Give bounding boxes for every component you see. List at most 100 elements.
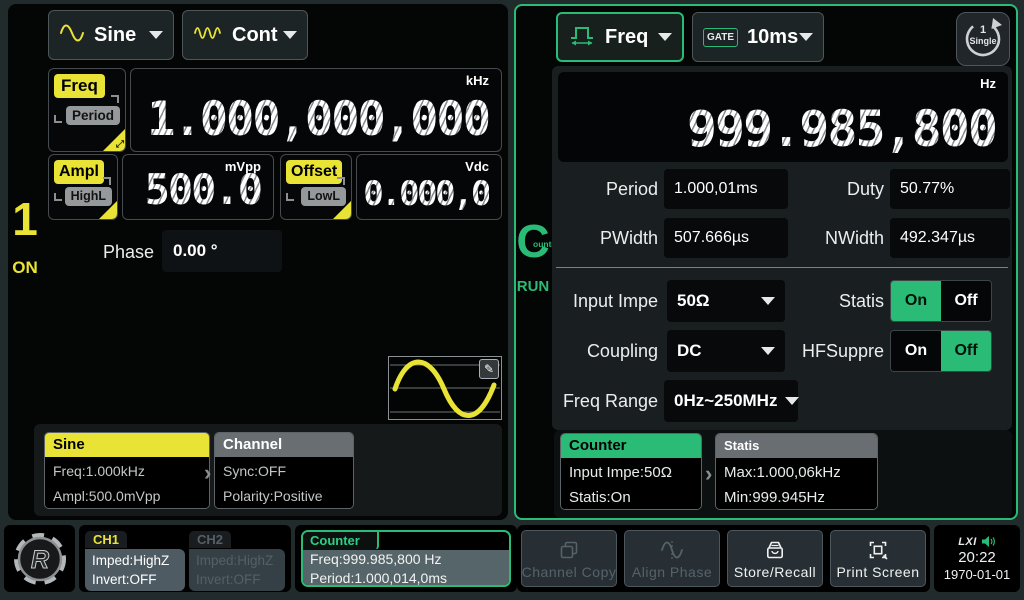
counter-run-state: RUN — [516, 278, 550, 295]
single-cycle-icon: 1 Single — [960, 16, 1006, 62]
period-meas-value: 1.000,01ms — [664, 169, 788, 209]
counter-strip[interactable]: C ounter RUN — [516, 218, 550, 295]
expand-triangle-icon — [333, 201, 351, 219]
channel-copy-button[interactable]: Channel Copy — [521, 530, 617, 587]
corner-bracket-icon — [103, 177, 111, 185]
info-tab-counter-title: Counter — [561, 434, 701, 458]
input-impe-dropdown[interactable]: 50Ω — [667, 280, 785, 322]
phase-label: Phase — [96, 240, 154, 264]
offset-label: Offset — [286, 160, 342, 184]
hfsuppre-on-button[interactable]: On — [891, 331, 941, 371]
ch2-info-line: Invert:OFF — [196, 570, 278, 589]
sine-wave-icon — [59, 22, 85, 49]
channel1-state: ON — [12, 258, 38, 278]
mode-select[interactable]: Cont — [182, 10, 308, 60]
freq-label: Freq — [54, 74, 105, 98]
ampl-value: 500.0 — [145, 169, 261, 211]
function-buttons-box: Channel Copy Align Phase Store/Recall — [517, 525, 930, 592]
ch2-status[interactable]: CH2 Imped:HighZ Invert:OFF — [189, 531, 285, 591]
coupling-dropdown[interactable]: DC — [667, 330, 785, 372]
coupling-value: DC — [677, 341, 702, 361]
svg-text:1: 1 — [980, 24, 986, 36]
input-impe-value: 50Ω — [677, 291, 710, 311]
coupling-label: Coupling — [546, 330, 658, 372]
channel-copy-label: Channel Copy — [522, 564, 617, 580]
info-tab-channel-title: Channel — [215, 433, 353, 457]
corner-bracket-icon — [111, 95, 119, 103]
pwidth-meas-value: 507.666µs — [664, 218, 788, 258]
freq-unit: kHz — [466, 73, 489, 88]
counter-mode-select[interactable]: Freq — [556, 12, 684, 62]
hfsuppre-off-button[interactable]: Off — [941, 331, 991, 371]
channel-info-line: Sync:OFF — [223, 459, 345, 484]
freq-range-value: 0Hz~250MHz — [674, 391, 777, 411]
nwidth-meas-label: NWidth — [784, 217, 884, 259]
svg-text:R: R — [30, 546, 48, 574]
align-phase-label: Align Phase — [632, 564, 712, 580]
ch2-info-line: Imped:HighZ — [196, 551, 278, 570]
freq-value: 1.000,000,000 — [147, 96, 489, 143]
divider — [556, 267, 1008, 268]
counter-info-line: Statis:On — [569, 485, 693, 510]
clock-time: 20:22 — [958, 549, 996, 566]
hfsuppre-label: HFSuppre — [798, 330, 884, 372]
info-tab-sine[interactable]: Sine Freq:1.000kHz Ampl:500.0mVpp — [44, 432, 210, 509]
chevron-right-icon: › — [705, 461, 712, 487]
freq-param-button[interactable]: Freq Period ⤢ — [48, 68, 126, 152]
freq-value-display[interactable]: kHz 1.000,000,000 — [130, 68, 502, 152]
chevron-down-icon — [761, 347, 775, 355]
channel1-panel: 1 ON Sine Cont Freq Period ⤢ kHz 1.000,0… — [8, 4, 508, 520]
info-tab-channel[interactable]: Channel Sync:OFF Polarity:Positive — [214, 432, 354, 509]
counter-info-line: Input Impe:50Ω — [569, 460, 693, 485]
waveform-preview[interactable]: ✎ — [388, 356, 502, 420]
counter-mode-label: Freq — [605, 26, 648, 49]
counter-freq-unit: Hz — [980, 76, 996, 91]
chevron-down-icon — [785, 397, 799, 405]
expand-mark: ⤢ — [116, 139, 124, 150]
freq-range-dropdown[interactable]: 0Hz~250MHz — [664, 380, 798, 422]
statis-label: Statis — [806, 280, 884, 322]
single-run-button[interactable]: 1 Single — [956, 12, 1010, 66]
print-screen-button[interactable]: Print Screen — [830, 530, 926, 587]
align-phase-icon — [659, 538, 685, 562]
pulse-width-icon — [568, 22, 596, 53]
continuous-wave-icon — [193, 22, 223, 49]
edit-icon[interactable]: ✎ — [479, 359, 499, 379]
store-recall-button[interactable]: Store/Recall — [727, 530, 823, 587]
statis-off-button[interactable]: Off — [941, 281, 991, 321]
counter-freq-value: 999.985,800 — [687, 104, 996, 154]
store-recall-icon — [763, 538, 787, 562]
waveform-select[interactable]: Sine — [48, 10, 174, 60]
print-screen-label: Print Screen — [836, 564, 919, 580]
channel-status-box: CH1 Imped:HighZ Invert:OFF CH2 Imped:Hig… — [79, 525, 291, 592]
offset-unit: Vdc — [465, 159, 489, 174]
align-phase-button[interactable]: Align Phase — [624, 530, 720, 587]
svg-text:Single: Single — [969, 36, 996, 46]
statis-on-button[interactable]: On — [891, 281, 941, 321]
offset-value-display[interactable]: Vdc 0.000,0 — [356, 154, 502, 220]
hfsuppre-toggle: On Off — [890, 330, 992, 372]
channel-info-line: Polarity:Positive — [223, 484, 345, 509]
mode-select-label: Cont — [232, 24, 278, 47]
info-tab-statis[interactable]: Statis Max:1.000,06kHz Min:999.945Hz — [715, 433, 878, 510]
ampl-param-button[interactable]: Ampl HighL — [48, 154, 118, 220]
counter-status[interactable]: Counter Freq:999.985,800 Hz Period:1.000… — [301, 530, 511, 587]
counter-status-line: Freq:999.985,800 Hz — [310, 550, 502, 569]
ch1-info-line: Imped:HighZ — [92, 551, 178, 570]
chevron-right-icon: › — [204, 460, 211, 486]
logo-menu-button[interactable]: R — [4, 525, 75, 592]
phase-field[interactable]: 0.00 ° — [162, 230, 282, 272]
offset-param-button[interactable]: Offset LowL — [280, 154, 352, 220]
ch1-status[interactable]: CH1 Imped:HighZ Invert:OFF — [85, 531, 185, 591]
statis-toggle: On Off — [890, 280, 992, 322]
ampl-value-display[interactable]: mVpp 500.0 — [122, 154, 274, 220]
nwidth-meas-value: 492.347µs — [890, 218, 1010, 258]
corner-bracket-icon — [54, 193, 62, 201]
counter-freq-display: Hz 999.985,800 — [558, 72, 1008, 162]
store-recall-label: Store/Recall — [734, 564, 816, 580]
gate-time-select[interactable]: GATE 10ms — [692, 12, 824, 62]
info-tab-counter[interactable]: Counter Input Impe:50Ω Statis:On — [560, 433, 702, 510]
period-meas-label: Period — [558, 168, 658, 210]
status-clock-box[interactable]: LXI 20:22 1970-01-01 — [934, 525, 1020, 592]
expand-triangle-icon — [99, 201, 117, 219]
